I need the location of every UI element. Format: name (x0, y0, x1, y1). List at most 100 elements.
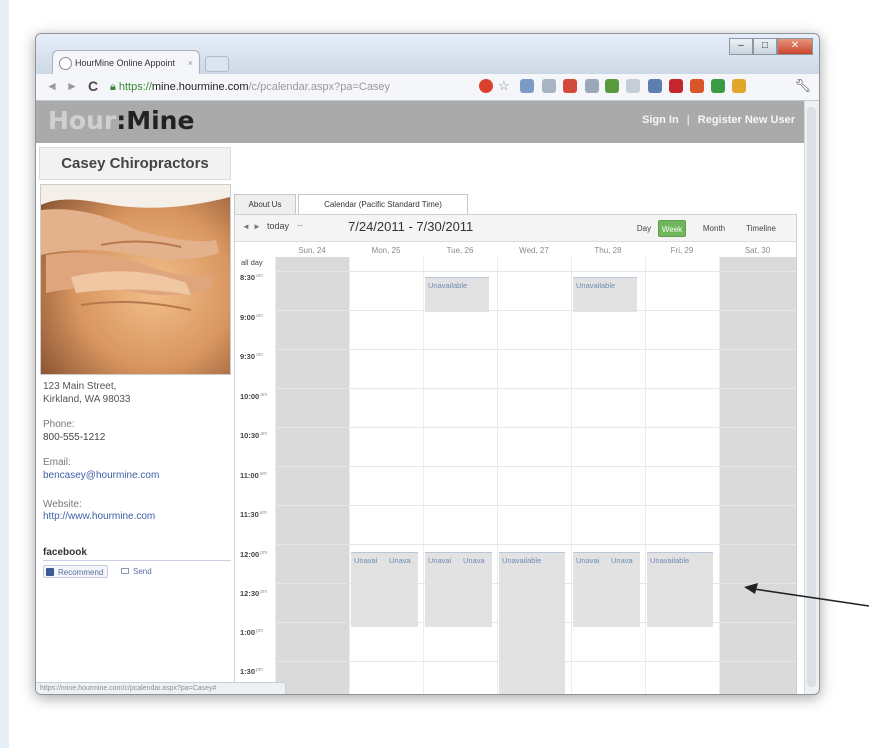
forward-arrow-icon[interactable]: ► (66, 79, 78, 93)
phone-label: Phone: (43, 419, 75, 430)
grid-line (275, 310, 796, 311)
sign-in-link[interactable]: Sign In (642, 114, 679, 126)
prev-week-icon[interactable]: ◄ (242, 222, 250, 231)
reload-icon[interactable]: C (88, 78, 98, 94)
bookmark-star-icon[interactable]: ☆ (498, 79, 512, 93)
date-range: 7/24/2011 - 7/30/2011 (348, 219, 474, 234)
day-header-sat: Sat, 30 (744, 246, 771, 255)
tab-about-us[interactable]: About Us (234, 194, 296, 214)
hourmine-logo[interactable]: Hour:Mine (48, 105, 194, 137)
extension-icon[interactable] (585, 79, 599, 93)
tab-title: HourMine Online Appoint (75, 58, 176, 68)
extension-icon[interactable] (542, 79, 556, 93)
grid-line (275, 388, 796, 389)
unavailable-event[interactable]: Unavailable (499, 552, 565, 694)
unavailable-event[interactable]: Unavailable (573, 277, 637, 312)
extension-icon[interactable] (669, 79, 683, 93)
extension-icon[interactable] (520, 79, 534, 93)
recommend-button[interactable]: Recommend (43, 565, 109, 578)
wrench-icon[interactable]: 🔧︎ (794, 78, 811, 94)
email-link[interactable]: bencasey@hourmine.com (43, 470, 159, 481)
unavailable-event[interactable]: Unavailable (425, 277, 489, 312)
status-bar: https://mine.hourmine.com/c/pcalendar.as… (36, 682, 286, 694)
time-label: 9:30am (240, 352, 263, 361)
business-photo (40, 184, 231, 375)
calendar-toolbar: ◄ ► today – 7/24/2011 - 7/30/2011 Day We… (235, 215, 796, 242)
stop-icon[interactable] (479, 79, 493, 93)
address-line1: 123 Main Street, (43, 381, 117, 392)
header-separator: | (686, 114, 690, 126)
page-left-strip (0, 0, 9, 748)
address-line2: Kirkland, WA 98033 (43, 394, 131, 405)
browser-tab[interactable]: HourMine Online Appoint × (52, 50, 200, 74)
day-header-fri: Fri, 29 (670, 246, 694, 255)
time-label: 10:30am (240, 431, 268, 440)
page-scrollbar[interactable] (804, 101, 819, 694)
unavailable-event[interactable]: Unava (386, 552, 418, 627)
unavailable-event[interactable]: Unava (608, 552, 640, 627)
send-button[interactable]: Send (119, 565, 156, 578)
grid-line (275, 544, 796, 545)
page-content: Hour:Mine Sign In | Register New User Case… (36, 101, 805, 694)
week-calendar: ◄ ► today – 7/24/2011 - 7/30/2011 Day We… (234, 214, 797, 694)
grid-line (645, 257, 646, 694)
extension-icon[interactable] (711, 79, 725, 93)
minimize-icon[interactable]: – (729, 38, 753, 55)
maximize-icon[interactable]: □ (753, 38, 777, 55)
today-button[interactable]: today (267, 221, 289, 231)
extension-icon[interactable] (626, 79, 640, 93)
extension-icon[interactable] (732, 79, 746, 93)
send-label: Send (133, 567, 152, 576)
day-header-thu: Thu, 28 (594, 246, 622, 255)
recommend-label: Recommend (58, 568, 104, 577)
new-tab-button[interactable] (205, 56, 229, 72)
tab-calendar[interactable]: Calendar (Pacific Standard Time) (298, 194, 468, 215)
facebook-heading: facebook (43, 547, 231, 561)
tab-favicon-icon (59, 57, 72, 70)
next-week-icon[interactable]: ► (253, 222, 261, 231)
day-header-wed: Wed, 27 (519, 246, 549, 255)
grid-line (275, 505, 796, 506)
address: 123 Main Street, Kirkland, WA 98033 (43, 380, 130, 406)
closed-day-sat (719, 257, 796, 694)
week-view-button[interactable]: Week (658, 220, 686, 237)
register-link[interactable]: Register New User (698, 114, 795, 126)
tab-close-icon[interactable]: × (188, 51, 193, 75)
timeline-view-button[interactable]: Timeline (739, 220, 783, 237)
time-label: 11:00am (240, 471, 267, 480)
lock-icon: 🔒︎ (110, 81, 116, 93)
extension-icon[interactable] (605, 79, 619, 93)
unavailable-event[interactable]: Unavailable (647, 552, 713, 627)
unavailable-event[interactable]: Unava (460, 552, 492, 627)
address-bar[interactable]: 🔒︎ https://mine.hourmine.com/c/pcalendar.… (110, 78, 450, 96)
window-close-icon[interactable]: ✕ (777, 38, 813, 55)
website-link[interactable]: http://www.hourmine.com (43, 511, 155, 522)
phone-value: 800-555-1212 (43, 432, 106, 443)
time-label: 10:00am (240, 392, 268, 401)
grid-line (275, 271, 796, 272)
email-label: Email: (43, 457, 71, 468)
back-arrow-icon[interactable]: ◄ (46, 79, 58, 93)
day-header-mon: Mon, 25 (371, 246, 401, 255)
facebook-icon (46, 568, 54, 576)
unavailable-event[interactable]: Unavai (351, 552, 386, 627)
extension-icon[interactable] (648, 79, 662, 93)
day-view-button[interactable]: Day (634, 220, 654, 237)
month-view-button[interactable]: Month (697, 220, 731, 237)
extension-icon[interactable] (690, 79, 704, 93)
business-sidebar: Casey Chiropractors 123 Main Street, Kir… (39, 147, 231, 692)
scrollbar-thumb[interactable] (807, 107, 816, 687)
window-controls: – □ ✕ (729, 38, 813, 55)
unavailable-event[interactable]: Unavai (425, 552, 460, 627)
time-label: 11:30am (240, 510, 267, 519)
send-icon (121, 568, 129, 574)
day-header-tue: Tue, 26 (446, 246, 474, 255)
grid-line (349, 257, 350, 694)
time-label: 12:00pm (240, 550, 268, 559)
unavailable-event[interactable]: Unavai (573, 552, 608, 627)
grid-line (497, 257, 498, 694)
browser-titlebar: HourMine Online Appoint × – □ ✕ (36, 34, 819, 74)
grid-line (275, 466, 796, 467)
extension-icon[interactable] (563, 79, 577, 93)
day-header-sun: Sun, 24 (298, 246, 326, 255)
